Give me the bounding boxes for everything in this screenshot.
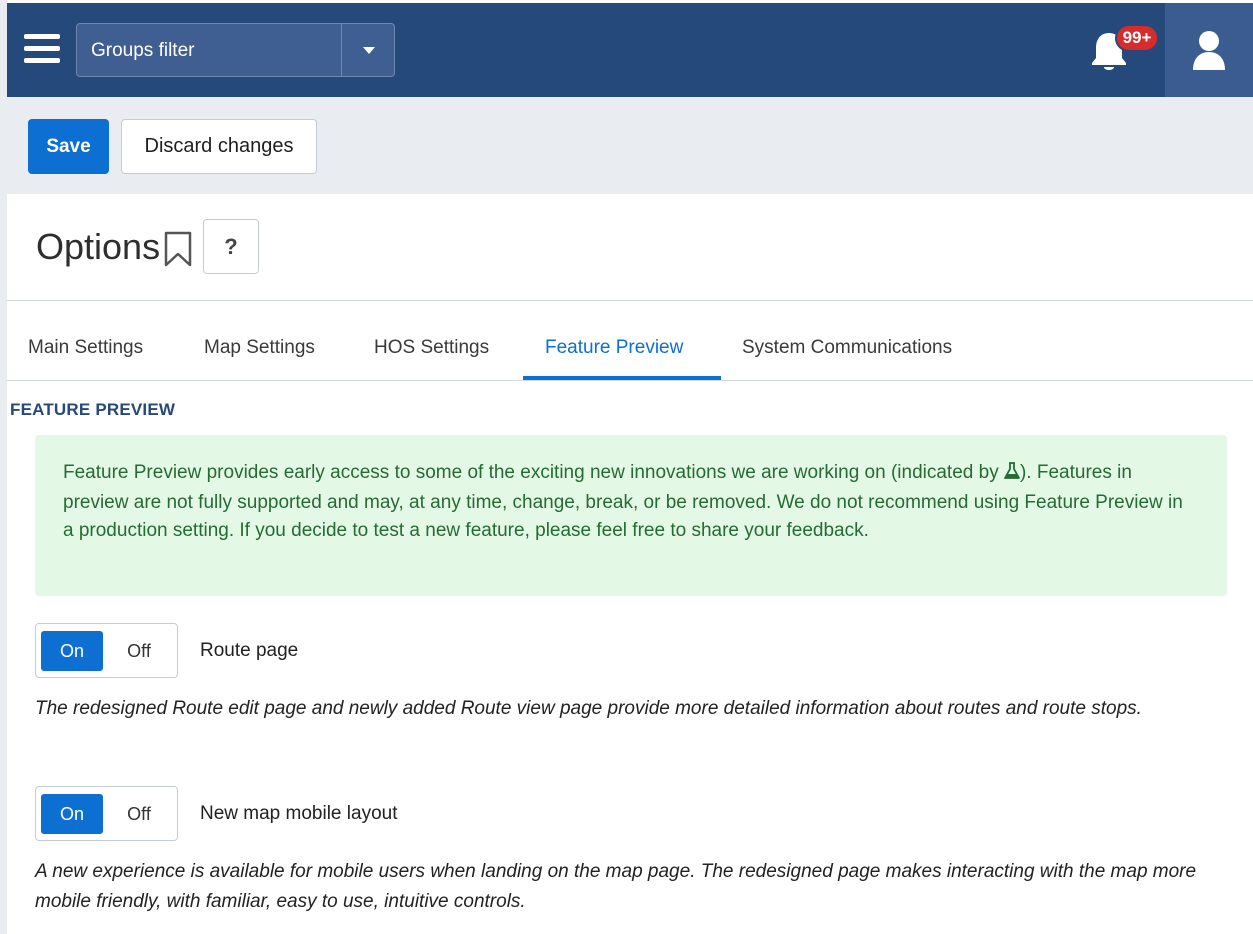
action-toolbar: Save Discard changes (7, 97, 1253, 194)
route-page-description: The redesigned Route edit page and newly… (35, 698, 1142, 719)
tab-hos-settings[interactable]: HOS Settings (374, 337, 489, 359)
user-menu-button[interactable] (1165, 3, 1253, 97)
new-map-mobile-layout-on-button[interactable]: On (41, 794, 103, 834)
discard-changes-button[interactable]: Discard changes (121, 119, 317, 174)
user-icon (1193, 31, 1225, 70)
tabs-divider (7, 380, 1253, 381)
caret-down-icon (363, 47, 375, 54)
page-title: Options (36, 226, 161, 267)
menu-icon[interactable] (24, 29, 62, 69)
flask-icon (1004, 461, 1020, 489)
new-map-mobile-layout-label: New map mobile layout (200, 803, 398, 824)
section-title: FEATURE PREVIEW (10, 400, 176, 419)
route-page-on-button[interactable]: On (41, 631, 103, 671)
tab-map-settings[interactable]: Map Settings (204, 337, 315, 359)
groups-filter-label: Groups filter (91, 40, 195, 61)
route-page-toggle: On Off (35, 623, 178, 678)
groups-filter-dropdown[interactable]: Groups filter (76, 23, 395, 77)
notification-badge: 99+ (1115, 24, 1159, 52)
bookmark-icon[interactable] (163, 230, 193, 273)
tab-main-settings[interactable]: Main Settings (28, 337, 143, 359)
left-edge (0, 0, 7, 934)
new-map-mobile-layout-toggle: On Off (35, 786, 178, 841)
dropdown-divider (341, 24, 342, 76)
new-map-mobile-layout-description: A new experience is available for mobile… (35, 861, 1197, 912)
help-button[interactable]: ? (203, 219, 259, 274)
info-text: Feature Preview provides early access to… (63, 459, 1183, 545)
tab-system-communications[interactable]: System Communications (742, 337, 952, 359)
save-button[interactable]: Save (28, 119, 109, 174)
info-text-start: Feature Preview provides early access to… (63, 462, 1004, 483)
new-map-mobile-layout-off-button[interactable]: Off (108, 794, 170, 834)
info-notice: Feature Preview provides early access to… (35, 435, 1227, 596)
tab-feature-preview[interactable]: Feature Preview (545, 337, 683, 359)
route-page-label: Route page (200, 640, 299, 661)
settings-tabs: Main Settings Map Settings HOS Settings … (7, 301, 1253, 381)
app-header: Groups filter 99+ (7, 3, 1253, 97)
route-page-off-button[interactable]: Off (108, 631, 170, 671)
